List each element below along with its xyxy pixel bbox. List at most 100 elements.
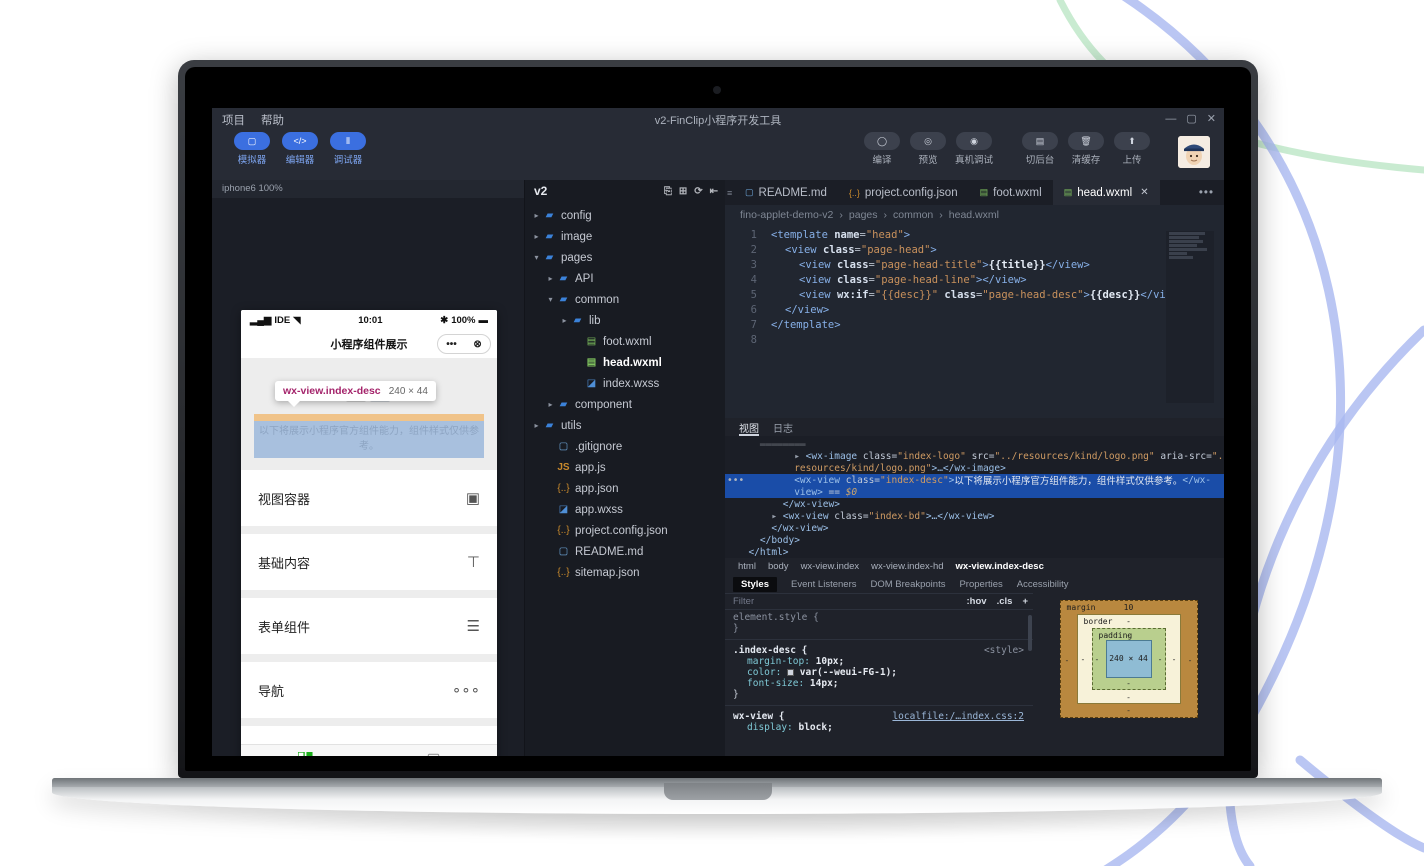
dom-node-line[interactable]: </body> bbox=[725, 534, 1224, 546]
chevron-icon[interactable]: ▸ bbox=[559, 316, 570, 325]
toolbar-device-debug-button[interactable]: ◉ 真机调试 bbox=[954, 132, 994, 166]
toolbar-upload-button[interactable]: ⬆ 上传 bbox=[1112, 132, 1152, 166]
dom-ellipsis-icon[interactable]: ••• bbox=[727, 475, 744, 486]
toolbar-preview-button[interactable]: ◎ 预览 bbox=[908, 132, 948, 166]
dom-breadcrumb-item[interactable]: wx-view.index-hd bbox=[871, 561, 943, 572]
rule-selector[interactable]: wx-view { bbox=[733, 711, 784, 722]
css-declaration[interactable]: margin-top: 10px; bbox=[733, 656, 1033, 667]
tab-components[interactable]: 组件 bbox=[241, 745, 369, 756]
dom-node-line[interactable]: </wx-view> bbox=[725, 498, 1224, 510]
list-item[interactable]: 表单组件 ☰ bbox=[241, 598, 497, 654]
cls-toggle[interactable]: .cls bbox=[992, 596, 1018, 607]
rule-selector[interactable]: .index-desc { bbox=[733, 645, 807, 656]
dom-node-line[interactable]: </wx-view> bbox=[725, 522, 1224, 534]
tree-item-image[interactable]: ▸▰image bbox=[525, 226, 725, 247]
toolbar-compile-button[interactable]: ◯ 编译 bbox=[862, 132, 902, 166]
tree-item-utils[interactable]: ▸▰utils bbox=[525, 415, 725, 436]
styles-filter-input[interactable]: Filter bbox=[725, 596, 962, 607]
tree-item-config[interactable]: ▸▰config bbox=[525, 205, 725, 226]
box-border-left[interactable]: - bbox=[1081, 655, 1086, 664]
box-border-bottom[interactable]: - bbox=[1126, 693, 1131, 702]
close-tab-icon[interactable]: ✕ bbox=[1140, 187, 1148, 198]
simulator-device-label[interactable]: iphone6 100% bbox=[212, 180, 524, 198]
close-icon[interactable]: ✕ bbox=[1207, 112, 1216, 125]
box-margin-top[interactable]: 10 bbox=[1124, 603, 1134, 612]
dom-node-line[interactable]: ▸ <wx-view class="index-bd">…</wx-view> bbox=[725, 510, 1224, 522]
box-padding-top[interactable]: - bbox=[1126, 631, 1131, 640]
rule-source-link[interactable]: localfile:/…index.css:2 bbox=[892, 711, 1033, 722]
box-padding-bottom[interactable]: - bbox=[1126, 679, 1131, 688]
box-margin-left[interactable]: - bbox=[1065, 656, 1070, 665]
dom-tree[interactable]: ▬▬▬▬▬▬▬▬ ▸ <wx-image class="index-logo" … bbox=[725, 436, 1224, 558]
toolbar-simulator-button[interactable]: ▢ 模拟器 bbox=[232, 132, 272, 166]
dom-breadcrumb-item[interactable]: wx-view.index bbox=[801, 561, 860, 572]
box-margin-right[interactable]: - bbox=[1188, 656, 1193, 665]
styles-tab-dom-breakpoints[interactable]: DOM Breakpoints bbox=[870, 579, 945, 590]
css-declaration[interactable]: color: var(--weui-FG-1); bbox=[733, 667, 1033, 678]
tree-item-app-js[interactable]: JSapp.js bbox=[525, 457, 725, 478]
tree-item-pages[interactable]: ▾▰pages bbox=[525, 247, 725, 268]
box-border-top[interactable]: - bbox=[1126, 617, 1131, 626]
dom-breadcrumb-item[interactable]: wx-view.index-desc bbox=[956, 561, 1044, 572]
breadcrumb-item[interactable]: pages bbox=[849, 209, 878, 221]
tree-item-project-config-json[interactable]: {..}project.config.json bbox=[525, 520, 725, 541]
tree-item-app-json[interactable]: {..}app.json bbox=[525, 478, 725, 499]
rule-source[interactable]: <style> bbox=[984, 645, 1033, 656]
tree-item-head-wxml[interactable]: ▤head.wxml bbox=[525, 352, 725, 373]
styles-tab-properties[interactable]: Properties bbox=[959, 579, 1002, 590]
styles-tab-styles[interactable]: Styles bbox=[733, 577, 777, 592]
avatar[interactable] bbox=[1178, 136, 1210, 168]
tree-item-component[interactable]: ▸▰component bbox=[525, 394, 725, 415]
maximize-icon[interactable]: ▢ bbox=[1186, 112, 1196, 125]
chevron-icon[interactable]: ▾ bbox=[531, 253, 542, 262]
chevron-icon[interactable]: ▸ bbox=[531, 232, 542, 241]
chevron-icon[interactable]: ▸ bbox=[531, 421, 542, 430]
color-swatch[interactable] bbox=[787, 669, 794, 676]
new-folder-icon[interactable]: ⊞ bbox=[679, 186, 687, 197]
tree-item-index-wxss[interactable]: ◪index.wxss bbox=[525, 373, 725, 394]
list-item[interactable]: 导航 ∘∘∘ bbox=[241, 662, 497, 718]
list-item[interactable]: 基础内容 ⊤ bbox=[241, 534, 497, 590]
chevron-icon[interactable]: ▸ bbox=[545, 274, 556, 283]
css-declaration[interactable]: font-size: 14px; bbox=[733, 678, 1033, 689]
tree-item-lib[interactable]: ▸▰lib bbox=[525, 310, 725, 331]
chevron-icon[interactable]: ▾ bbox=[545, 295, 556, 304]
tree-item-readme-md[interactable]: ▢README.md bbox=[525, 541, 725, 562]
tab-api[interactable]: 接口 bbox=[369, 745, 497, 756]
breadcrumb-item[interactable]: common bbox=[893, 209, 933, 221]
devtools-tab-log[interactable]: 日志 bbox=[773, 420, 793, 436]
editor-tab-foot-wxml[interactable]: ▤foot.wxml bbox=[969, 180, 1053, 205]
css-declaration[interactable]: display: block; bbox=[733, 722, 1033, 733]
tree-item-api[interactable]: ▸▰API bbox=[525, 268, 725, 289]
chevron-right-icon[interactable]: ▸ bbox=[771, 511, 782, 522]
new-file-icon[interactable]: ⎘ bbox=[664, 186, 672, 197]
breadcrumb-item[interactable]: head.wxml bbox=[949, 209, 999, 221]
tree-item--gitignore[interactable]: ▢.gitignore bbox=[525, 436, 725, 457]
tree-item-foot-wxml[interactable]: ▤foot.wxml bbox=[525, 331, 725, 352]
box-model-content[interactable]: 240 × 44 bbox=[1106, 640, 1152, 678]
dom-node-line[interactable]: ••• <wx-view class="index-desc">以下将展示小程序… bbox=[725, 474, 1224, 486]
code-editor[interactable]: 1<template name="head">2<view class="pag… bbox=[725, 225, 1224, 410]
box-padding-right[interactable]: - bbox=[1158, 655, 1163, 664]
hov-toggle[interactable]: :hov bbox=[962, 596, 992, 607]
box-padding-left[interactable]: - bbox=[1095, 655, 1100, 664]
box-border-right[interactable]: - bbox=[1172, 655, 1177, 664]
chevron-icon[interactable]: ▸ bbox=[531, 211, 542, 220]
dom-breadcrumb-item[interactable]: html bbox=[738, 561, 756, 572]
editor-tab-head-wxml[interactable]: ▤head.wxml✕ bbox=[1053, 180, 1160, 205]
toolbar-background-button[interactable]: ▤ 切后台 bbox=[1020, 132, 1060, 166]
box-margin-bottom[interactable]: - bbox=[1126, 706, 1131, 715]
toolbar-clear-cache-button[interactable]: 🗑 清缓存 bbox=[1066, 132, 1106, 166]
devtools-tab-view[interactable]: 视图 bbox=[739, 420, 759, 436]
collapse-all-icon[interactable]: ⇤ bbox=[710, 186, 718, 197]
rule-selector[interactable]: element.style { bbox=[733, 612, 819, 623]
refresh-icon[interactable]: ⟳ bbox=[694, 186, 702, 197]
capsule-more-icon[interactable]: ••• bbox=[446, 339, 457, 350]
minimize-icon[interactable]: — bbox=[1165, 113, 1176, 125]
minimap[interactable] bbox=[1166, 231, 1214, 403]
toolbar-debugger-button[interactable]: ⫴ 调试器 bbox=[328, 132, 368, 166]
tree-item-common[interactable]: ▾▰common bbox=[525, 289, 725, 310]
chevron-right-icon[interactable]: ▸ bbox=[794, 451, 805, 462]
styles-scrollbar[interactable] bbox=[1028, 615, 1032, 651]
editor-tab-readme-md[interactable]: ▢README.md bbox=[734, 180, 838, 205]
